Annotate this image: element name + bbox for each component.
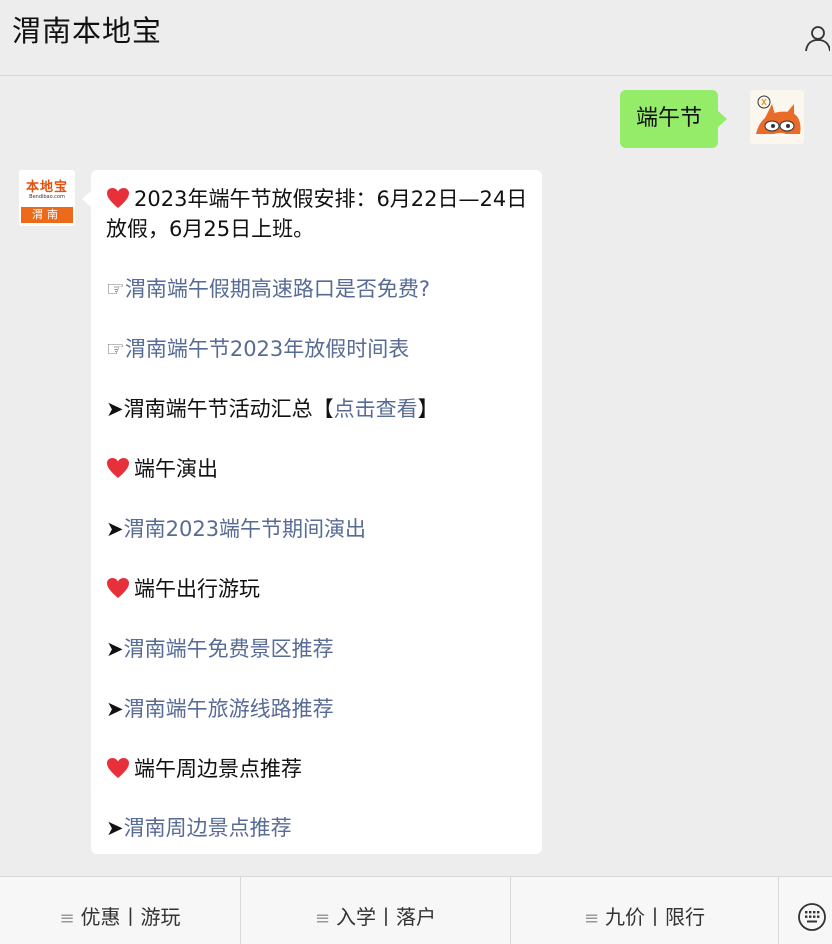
heart-icon — [107, 758, 129, 778]
section-performances-label: 端午演出 — [134, 457, 218, 481]
arrow-icon: ➤ — [106, 517, 124, 541]
menu-item-school-residence[interactable]: ≡ 入学丨落户 — [241, 877, 511, 944]
arrow-icon: ➤ — [106, 697, 124, 721]
arrow-icon: ➤ — [106, 816, 124, 840]
heart-icon — [107, 578, 129, 598]
section-travel: 端午出行游玩 — [106, 574, 260, 604]
arrow-icon: ➤ — [106, 637, 124, 661]
link-travel-routes[interactable]: 渭南端午旅游线路推荐 — [124, 697, 334, 721]
link-view-activities[interactable]: 点击查看 — [334, 397, 418, 421]
bottom-menu-bar: ≡ 优惠丨游玩 ≡ 入学丨落户 ≡ 九价丨限行 — [0, 876, 832, 944]
activity-label: 渭南端午节活动汇总【 — [123, 397, 334, 421]
section-performances: 端午演出 — [106, 454, 218, 484]
link-highway-toll-free[interactable]: 渭南端午假期高速路口是否免费? — [125, 277, 430, 301]
menu-item-vaccine-traffic[interactable]: ≡ 九价丨限行 — [511, 877, 779, 944]
brand-city-tag: 渭南 — [21, 207, 73, 223]
brand-name: 本地宝 — [25, 180, 68, 195]
user-message-bubble[interactable]: 端午节 — [619, 90, 728, 148]
menu-lines-icon: ≡ — [314, 908, 331, 929]
link-row-1[interactable]: ☞渭南端午假期高速路口是否免费? — [106, 274, 430, 304]
fox-avatar-icon — [750, 90, 804, 144]
activity-bracket-close: 】 — [417, 397, 439, 421]
brand-domain: Bendibao.com — [29, 194, 65, 200]
user-avatar[interactable] — [750, 90, 804, 144]
menu-lines-icon: ≡ — [59, 908, 75, 929]
menu-item-label: 优惠丨游玩 — [80, 905, 181, 929]
heart-icon — [107, 188, 129, 208]
chat-header: 渭南本地宝 — [0, 0, 832, 76]
menu-lines-icon: ≡ — [583, 908, 600, 929]
link-row-4[interactable]: ➤渭南端午免费景区推荐 — [106, 634, 334, 664]
link-row-5[interactable]: ➤渭南端午旅游线路推荐 — [106, 694, 334, 724]
pointing-hand-icon: ☞ — [106, 277, 125, 301]
heart-icon — [107, 458, 129, 478]
profile-icon[interactable] — [804, 24, 830, 52]
link-performances[interactable]: 渭南2023端午节期间演出 — [124, 517, 366, 541]
user-message-row: 端午节 — [504, 90, 804, 148]
bot-avatar[interactable]: 本地宝 Bendibao.com 渭南 — [19, 170, 75, 226]
page-title: 渭南本地宝 — [12, 14, 163, 48]
activity-row: ➤渭南端午节活动汇总【点击查看】 — [106, 394, 439, 424]
keyboard-icon[interactable] — [778, 877, 832, 944]
section-nearby: 端午周边景点推荐 — [106, 754, 302, 784]
link-free-attractions[interactable]: 渭南端午免费景区推荐 — [124, 637, 334, 661]
pointing-hand-icon: ☞ — [106, 337, 125, 361]
section-travel-label: 端午出行游玩 — [134, 577, 260, 601]
link-row-2[interactable]: ☞渭南端午节2023年放假时间表 — [106, 334, 409, 364]
holiday-schedule-text: 2023年端午节放假安排：6月22日—24日放假，6月25日上班。 — [106, 184, 531, 244]
link-row-6[interactable]: ➤渭南周边景点推荐 — [106, 813, 292, 843]
link-row-3[interactable]: ➤渭南2023端午节期间演出 — [106, 514, 366, 544]
link-holiday-timetable[interactable]: 渭南端午节2023年放假时间表 — [125, 337, 409, 361]
link-nearby-attractions[interactable]: 渭南周边景点推荐 — [124, 816, 292, 840]
bot-message-bubble: 2023年端午节放假安排：6月22日—24日放假，6月25日上班。 ☞渭南端午假… — [82, 170, 542, 854]
holiday-schedule-label: 2023年端午节放假安排：6月22日—24日放假，6月25日上班。 — [106, 187, 528, 241]
menu-item-deals-fun[interactable]: ≡ 优惠丨游玩 — [0, 877, 241, 944]
arrow-icon: ➤ — [106, 397, 124, 421]
menu-item-label: 九价丨限行 — [605, 905, 706, 929]
section-nearby-label: 端午周边景点推荐 — [134, 757, 302, 781]
menu-item-label: 入学丨落户 — [336, 905, 437, 929]
